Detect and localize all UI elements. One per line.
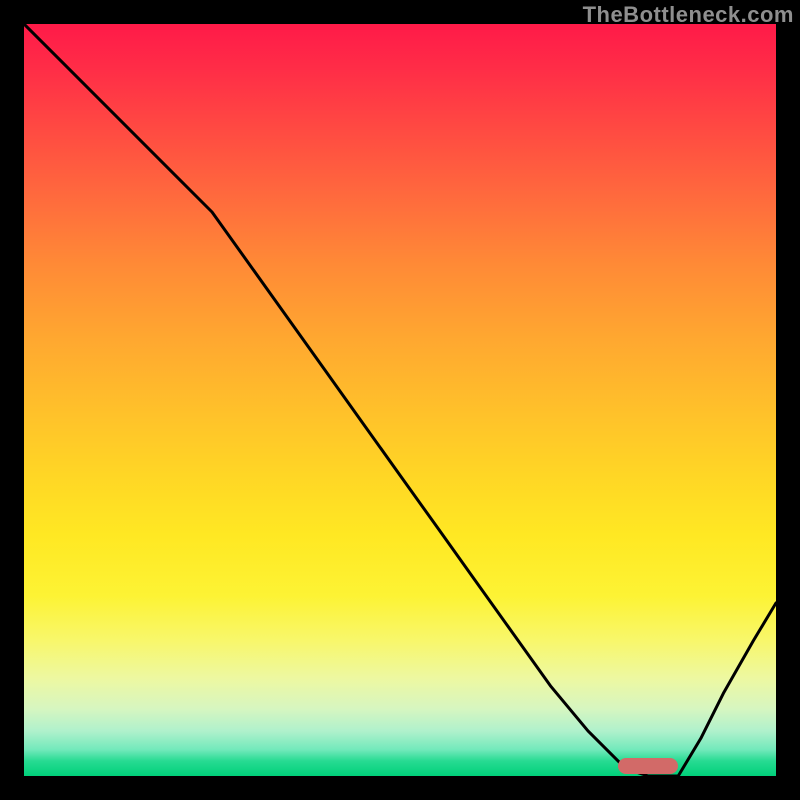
plot-area <box>24 24 776 776</box>
bottleneck-curve <box>24 24 776 776</box>
optimum-marker <box>618 758 678 774</box>
watermark-text: TheBottleneck.com <box>583 2 794 28</box>
chart-container: TheBottleneck.com <box>0 0 800 800</box>
